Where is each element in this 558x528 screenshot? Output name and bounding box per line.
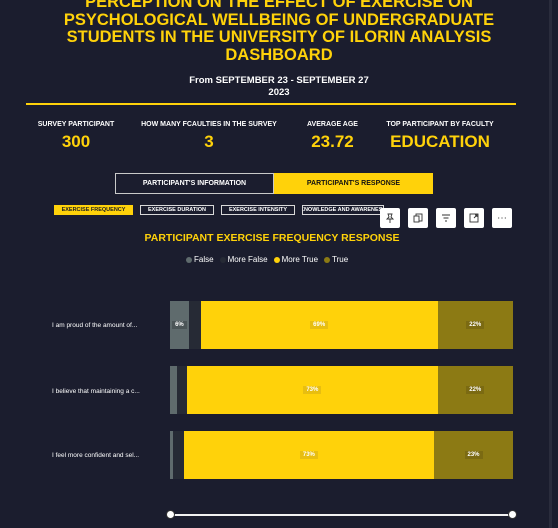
participant-response-button[interactable]: PARTICIPANT'S RESPONSE <box>274 173 433 194</box>
dashboard-title: PERCEPTION ON THE EFFECT OF EXERCISE ON … <box>0 0 558 64</box>
kpi-value: 3 <box>204 132 214 151</box>
chart-legend: False More False More True True <box>186 255 348 264</box>
bar-segment-false[interactable] <box>170 366 177 414</box>
tab-exercise-frequency[interactable]: EXERCISE FREQUENCY <box>54 205 133 215</box>
legend-label: False <box>194 255 214 264</box>
tab-knowledge-awareness[interactable]: KNOWLEDGE AND AWARENESS <box>302 205 384 215</box>
focus-mode-icon[interactable] <box>464 208 484 228</box>
data-label: 22% <box>466 321 485 329</box>
legend-item-true: True <box>324 255 348 264</box>
data-label: 23% <box>464 451 483 459</box>
data-label: 22% <box>466 386 485 394</box>
legend-item-false: False <box>186 255 214 264</box>
bar-segment-more-false[interactable] <box>188 301 201 349</box>
horizontal-scrollbar[interactable] <box>170 514 513 516</box>
kpi-value: EDUCATION <box>390 132 490 151</box>
row-label: I feel more confident and sel... <box>52 452 140 459</box>
tab-exercise-duration[interactable]: EXERCISE DURATION <box>140 205 214 215</box>
data-label: 6% <box>172 321 187 329</box>
scroll-handle-left[interactable] <box>166 510 175 519</box>
date-range: From SEPTEMBER 23 - SEPTEMBER 27 2023 <box>0 75 558 99</box>
kpi-value: 300 <box>61 132 91 151</box>
row-label: I am proud of the amount of... <box>52 322 138 329</box>
data-label: 73% <box>303 386 322 394</box>
filter-visual-icon[interactable] <box>436 208 456 228</box>
expand-icon <box>469 213 479 223</box>
filter-icon <box>442 214 450 222</box>
bar-row[interactable]: 73% 23% <box>170 431 513 479</box>
copy-visual-icon[interactable] <box>408 208 428 228</box>
legend-dot <box>186 256 192 263</box>
header-divider <box>26 103 516 105</box>
kpi-label: TOP PARTICIPANT BY FACULTY <box>386 121 494 128</box>
bar-row[interactable]: 73% 22% <box>170 366 513 414</box>
kpi-label: SURVEY PARTICIPANT <box>37 121 115 128</box>
bar-segment-true[interactable]: 22% <box>437 301 513 349</box>
chart-title: PARTICIPANT EXERCISE FREQUENCY RESPONSE <box>144 232 400 244</box>
bar-segment-false[interactable]: 6% <box>170 301 189 349</box>
title-line: PSYCHOLOGICAL WELLBEING OF UNDERGRADUATE <box>63 10 495 29</box>
kpi-survey-participant: SURVEY PARTICIPANT 300 <box>36 121 116 152</box>
kpi-value: 23.72 <box>311 132 354 151</box>
more-options-icon[interactable]: ⋯ <box>492 208 512 228</box>
pin-visual-icon[interactable] <box>380 208 400 228</box>
legend-item-more-false: More False <box>219 255 268 264</box>
scroll-handle-right[interactable] <box>508 510 517 519</box>
title-line: STUDENTS IN THE UNIVERSITY OF ILORIN ANA… <box>66 28 492 46</box>
legend-dot <box>219 256 226 263</box>
bar-segment-more-true[interactable]: 73% <box>187 366 438 414</box>
row-label: I believe that maintaining a c... <box>52 388 140 395</box>
kpi-average-age: AVERAGE AGE 23.72 <box>300 121 365 152</box>
copy-icon <box>413 213 423 223</box>
bar-segment-true[interactable]: 22% <box>437 366 513 414</box>
tab-exercise-intensity[interactable]: EXERCISE INTENSITY <box>221 205 295 215</box>
legend-dot <box>324 256 331 263</box>
legend-label: More False <box>227 255 268 264</box>
legend-item-more-true: More True <box>273 255 319 264</box>
pin-icon <box>385 213 395 223</box>
kpi-top-faculty: TOP PARTICIPANT BY FACULTY EDUCATION <box>380 121 500 152</box>
legend-label: True <box>332 255 349 264</box>
bar-segment-more-false[interactable] <box>176 366 188 414</box>
data-label: 69% <box>310 321 329 329</box>
kpi-faculties: HOW MANY FCAULTIES IN THE SURVEY 3 <box>130 121 288 152</box>
bar-segment-more-true[interactable]: 69% <box>200 301 438 349</box>
bar-segment-true[interactable]: 23% <box>434 431 513 479</box>
participant-information-button[interactable]: PARTICIPANT'S INFORMATION <box>115 173 274 194</box>
legend-label: More True <box>281 255 319 264</box>
date-range-year: 2023 <box>268 87 290 98</box>
kpi-label: HOW MANY FCAULTIES IN THE SURVEY <box>141 121 277 128</box>
bar-row[interactable]: 6% 69% 22% <box>170 301 513 349</box>
vertical-scrollbar[interactable] <box>549 0 552 528</box>
title-line: PERCEPTION ON THE EFFECT OF EXERCISE ON <box>85 0 473 11</box>
title-line: DASHBOARD <box>225 45 333 64</box>
bar-segment-more-false[interactable] <box>173 431 184 479</box>
kpi-label: AVERAGE AGE <box>307 121 358 128</box>
legend-dot <box>273 256 280 263</box>
bar-segment-more-true[interactable]: 73% <box>183 431 435 479</box>
date-range-text: From SEPTEMBER 23 - SEPTEMBER 27 <box>189 75 369 86</box>
data-label: 73% <box>299 451 318 459</box>
